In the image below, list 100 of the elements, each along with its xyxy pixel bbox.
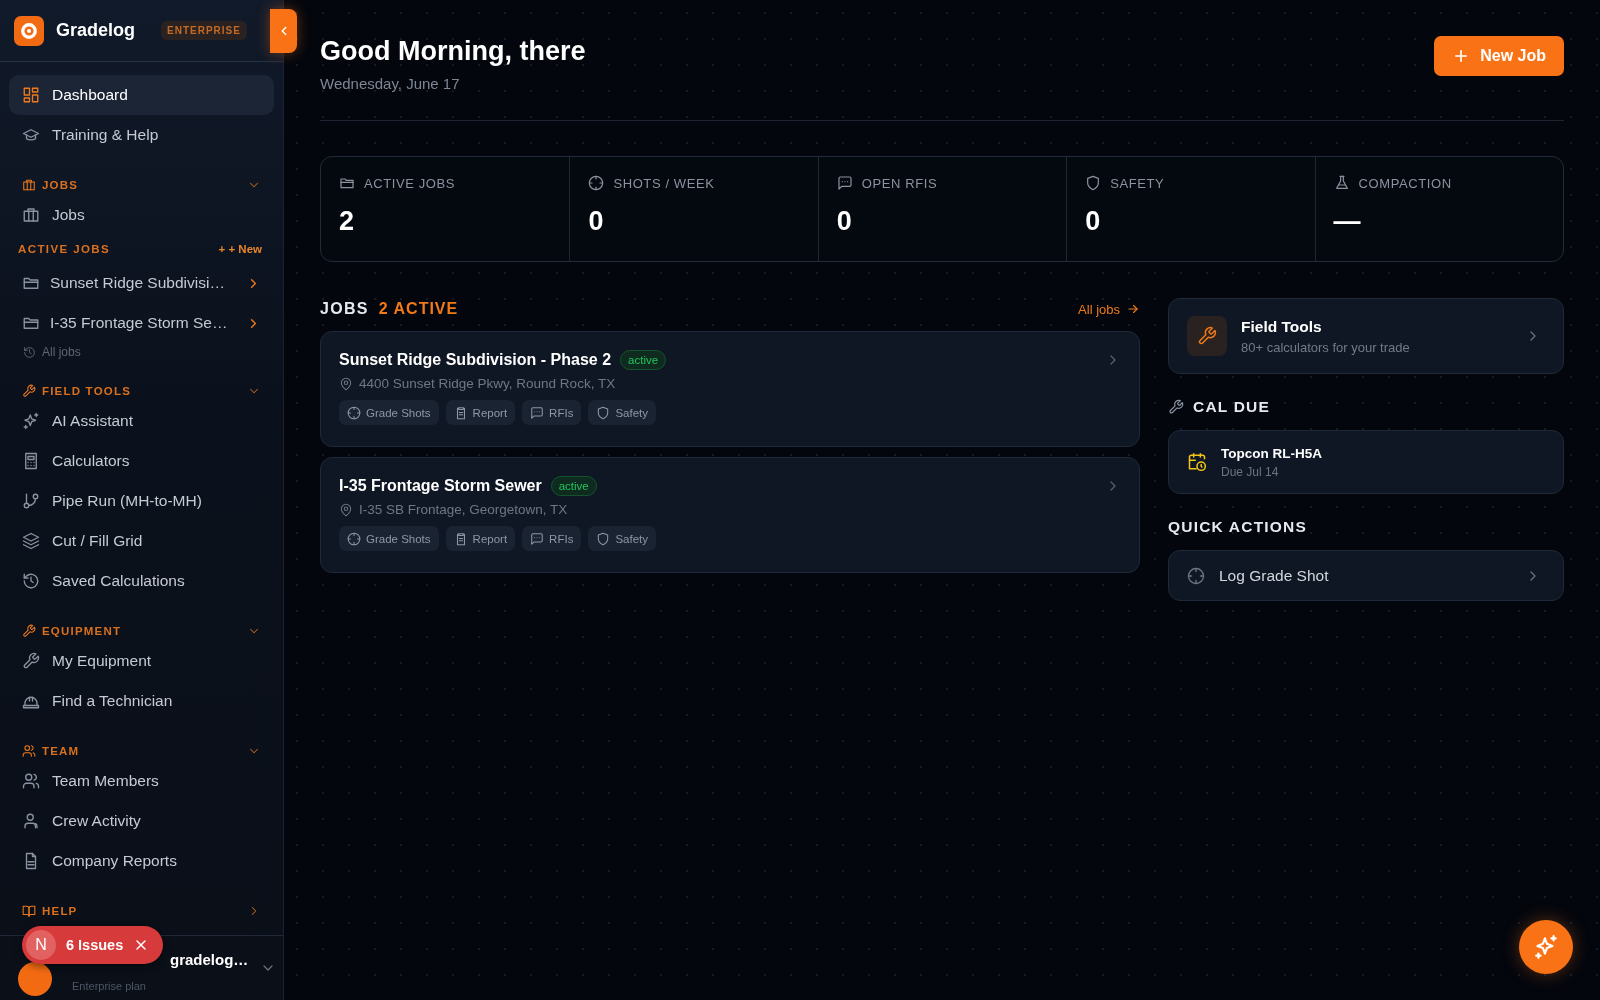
pin-icon [339,502,353,517]
issues-badge[interactable]: N 6 Issues [22,926,164,964]
job-action-button[interactable]: Safety [588,526,656,551]
job-action-button[interactable]: RFIs [522,526,582,551]
nav-item[interactable]: Find a Technician [9,681,274,721]
job-action-button[interactable]: Safety [588,400,656,425]
field-tools-card[interactable]: Field Tools 80+ calculators for your trade [1168,298,1564,374]
stat-value: 2 [339,206,356,237]
section-header[interactable]: HELP [9,901,274,921]
quick-action-item[interactable]: Log Grade Shot [1168,550,1564,601]
stat-value: 0 [1085,206,1102,237]
job-name: Sunset Ridge Subdivision - Phase 2 [339,351,612,369]
sparkles-icon [1533,934,1559,960]
status-badge: active [550,476,597,496]
user-avatar [18,962,52,996]
calculator-icon [22,452,40,470]
nav-item[interactable]: Dashboard [9,75,274,115]
shield-icon [596,405,611,420]
nav-item[interactable]: Crew Activity [9,801,274,841]
nav-item[interactable]: Training & Help [9,115,274,155]
job-action-button[interactable]: Report [445,400,516,425]
wrench-icon [1168,399,1184,415]
job-action-button[interactable]: Grade Shots [339,400,439,425]
job-action-button[interactable]: RFIs [522,400,582,425]
wrench-icon [22,624,36,638]
branch-icon [22,492,40,510]
nav-item[interactable]: Cut / Fill Grid [9,521,274,561]
card-title: Field Tools [1241,317,1323,336]
nav-item[interactable]: Jobs [9,195,274,235]
new-job-link[interactable]: + + New [218,243,262,255]
job-card[interactable]: Sunset Ridge Subdivision - Phase 2 active 4400 Sunset Ridge Pkwy, Round Rock, TX Grade Shots Report RFIs Safety [320,331,1140,447]
sparkles-icon [22,412,40,430]
job-action-button[interactable]: Grade Shots [339,526,439,551]
subsection-title: ACTIVE JOBS [18,243,112,255]
wrench-icon [22,652,40,670]
briefcase-icon [22,178,36,192]
stat-value: 0 [588,206,605,237]
nav-item[interactable]: AI Assistant [9,401,274,441]
crosshair-icon [588,175,605,191]
active-job-item[interactable]: I-35 Frontage Storm Se… [9,303,274,343]
flask-icon [1333,175,1350,191]
stat-value: 0 [836,206,853,237]
shield-icon [1085,175,1102,191]
section-header[interactable]: FIELD TOOLS [9,381,274,401]
layers-icon [22,532,40,550]
people-icon [22,772,40,790]
book-icon [22,904,36,918]
ai-assistant-button[interactable] [1519,920,1573,974]
equipment-name: Topcon RL-H5A [1221,445,1322,461]
user-name: gradelog… [170,950,249,968]
calendar-clock-icon [1187,452,1207,472]
stat-label: ACTIVE JOBS [364,175,456,191]
jobs-title: JOBS [320,300,369,318]
greeting-title: Good Morning, there [320,36,586,67]
folder-icon [339,175,355,191]
history-icon [22,572,40,590]
user-plan: Enterprise plan [72,979,147,992]
shield-icon [596,531,611,546]
pin-icon [339,376,353,391]
wrench-icon [1197,326,1217,346]
section-header[interactable]: JOBS [9,175,274,195]
stat-label: SHOTS / WEEK [613,175,715,191]
crosshair-icon [347,531,361,546]
due-date: Due Jul 14 [1221,464,1280,479]
date-text: Wednesday, June 17 [320,75,461,92]
issues-letter: N [26,930,56,960]
stat-label: SAFETY [1110,175,1165,191]
stat-label: OPEN RFIS [861,175,938,191]
job-card[interactable]: I-35 Frontage Storm Sewer active I-35 SB Frontage, Georgetown, TX Grade Shots Report RFIs Safety [320,457,1140,573]
all-jobs-link[interactable]: All jobs [1078,301,1140,317]
job-action-button[interactable]: Report [445,526,516,551]
app-name: Gradelog [56,20,135,41]
arrow-icon [1126,302,1140,316]
job-name: I-35 Frontage Storm Sewer [339,477,542,495]
briefcase-icon [22,206,40,224]
active-job-item[interactable]: Sunset Ridge Subdivisi… [9,263,274,303]
person-icon [22,812,40,830]
job-address: 4400 Sunset Ridge Pkwy, Round Rock, TX [359,376,616,391]
nav-item[interactable]: Team Members [9,761,274,801]
section-header[interactable]: EQUIPMENT [9,621,274,641]
nav-item[interactable]: Pipe Run (MH-to-MH) [9,481,274,521]
calibration-card[interactable]: Topcon RL-H5A Due Jul 14 [1168,430,1564,494]
nav-item[interactable]: Company Reports [9,841,274,881]
chat-icon [530,531,545,546]
card-subtitle: 80+ calculators for your trade [1241,339,1411,355]
chat-icon [530,405,545,420]
section-title: CAL DUE [1193,398,1270,416]
section-header[interactable]: TEAM [9,741,274,761]
people-icon [22,744,36,758]
nav-item[interactable]: Calculators [9,441,274,481]
stat-label: COMPACTION [1358,175,1452,191]
plan-badge: ENTERPRISE [161,21,247,40]
history-icon [23,345,36,359]
jobs-count: 2 ACTIVE [378,300,460,318]
nav-item[interactable]: My Equipment [9,641,274,681]
chat-icon [836,175,853,191]
nav-item[interactable]: Saved Calculations [9,561,274,601]
wrench-icon [22,384,36,398]
stat-value: — [1333,206,1362,237]
collapse-sidebar-button[interactable] [270,9,297,53]
